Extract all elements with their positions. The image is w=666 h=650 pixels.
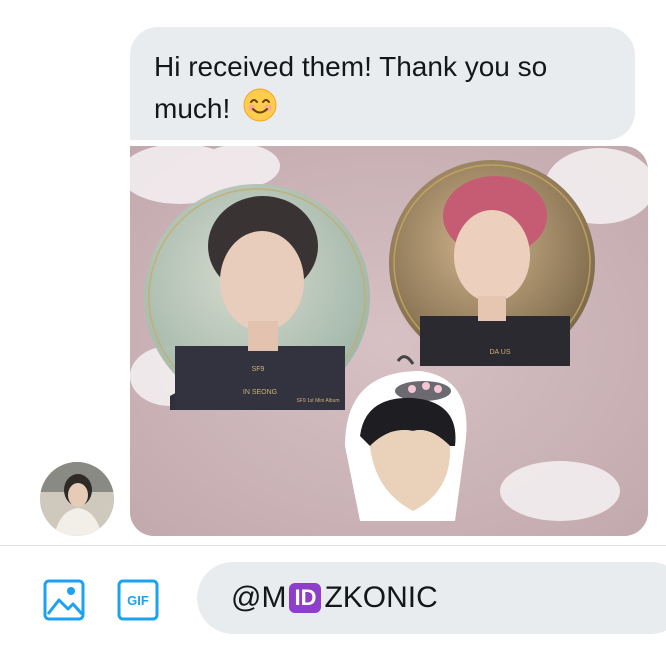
compose-text-after: ZKONIC — [324, 581, 438, 614]
coaster-1-tagline: SF9 1st Mini Album — [296, 398, 339, 404]
attached-photo[interactable]: SF9 IN SEONG SF9 1st Mini Album DA US — [130, 146, 648, 536]
composer-divider — [0, 545, 666, 546]
smiling-face-emoji-icon — [242, 87, 278, 134]
compose-text-before: @M — [231, 581, 287, 614]
coaster-1-caption: IN SEONG — [243, 389, 277, 396]
image-icon[interactable] — [42, 578, 86, 622]
message-bubble: Hi received them! Thank you so much! — [130, 27, 635, 140]
gif-label: GIF — [127, 593, 149, 608]
coaster-2-caption: DA US — [489, 349, 510, 356]
gif-icon[interactable]: GIF — [116, 578, 160, 622]
coaster-1-logo: SF9 — [252, 366, 265, 373]
message-input[interactable]: @M ID ZKONIC — [197, 562, 666, 634]
coaster-daus: DA US — [389, 160, 595, 366]
coaster-insung: SF9 IN SEONG SF9 1st Mini Album — [144, 184, 370, 410]
id-badge-icon: ID — [289, 583, 322, 613]
message-text: Hi received them! Thank you so much! — [154, 51, 548, 124]
avatar[interactable] — [40, 462, 114, 536]
